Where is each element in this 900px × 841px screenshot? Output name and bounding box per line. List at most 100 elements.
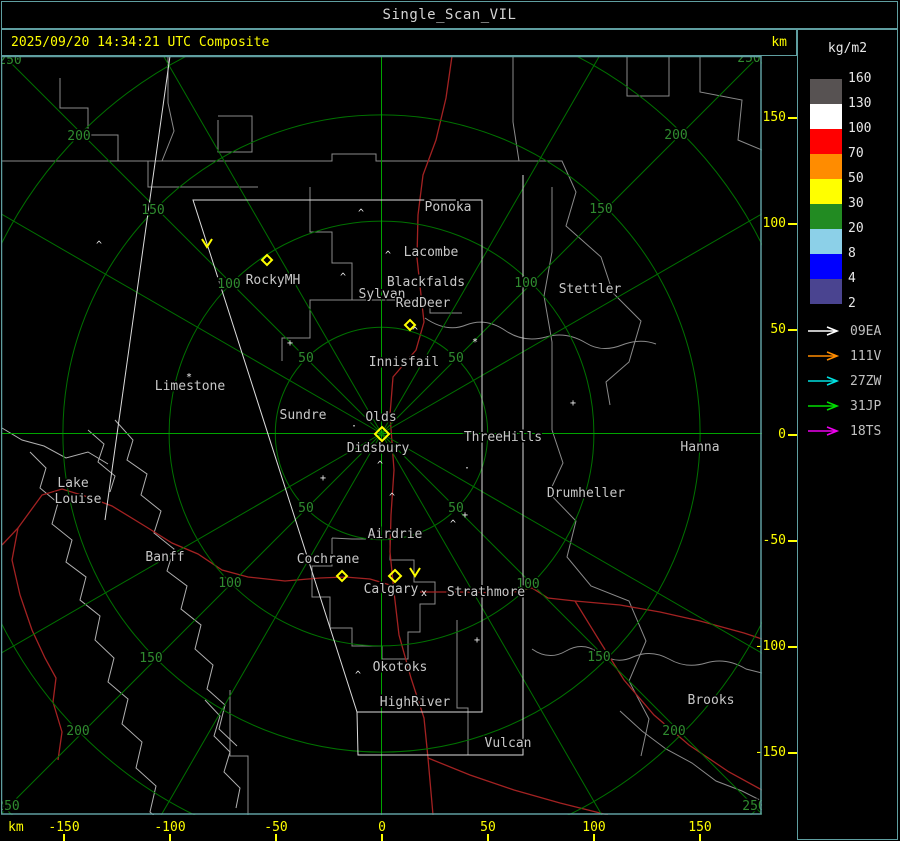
timestamp-bar: 2025/09/20 14:34:21 UTC Composite km bbox=[1, 29, 797, 56]
radar-legend-row: 18TS bbox=[806, 423, 898, 439]
city-label: Hanna bbox=[680, 440, 719, 455]
town-marker: ^ bbox=[450, 519, 456, 530]
radar-app-window: Single_Scan_VIL 2025/09/20 14:34:21 UTC … bbox=[0, 0, 900, 841]
right-axis-tick bbox=[788, 329, 797, 331]
city-label: Strathmore bbox=[447, 585, 525, 600]
town-marker: ^ bbox=[377, 460, 383, 471]
town-marker: x bbox=[421, 588, 427, 599]
right-axis-label: -100 bbox=[754, 639, 786, 654]
bottom-axis-label: -100 bbox=[154, 820, 186, 835]
city-label: Didsbury bbox=[347, 441, 410, 456]
city-label: RockyMH bbox=[246, 273, 301, 288]
bottom-axis-tick bbox=[381, 834, 383, 841]
town-marker: + bbox=[320, 473, 326, 484]
right-axis-label: 150 bbox=[762, 110, 786, 125]
town-marker: ^ bbox=[389, 492, 395, 503]
bottom-axis-tick bbox=[169, 834, 171, 841]
legend-swatch bbox=[810, 79, 842, 104]
city-label: Lacombe bbox=[404, 245, 459, 260]
bottom-axis-label: -50 bbox=[264, 820, 288, 835]
radar-arrow-icon bbox=[808, 401, 840, 411]
city-label: Sundre bbox=[280, 408, 327, 423]
bottom-axis-tick bbox=[275, 834, 277, 841]
legend-threshold-label: 4 bbox=[848, 271, 856, 286]
range-ring-label: 50 bbox=[298, 351, 314, 366]
range-ring-label: 200 bbox=[664, 128, 687, 143]
city-label: Innisfail bbox=[369, 355, 439, 370]
city-label: Airdrie bbox=[368, 527, 423, 542]
town-marker: + bbox=[474, 635, 480, 646]
range-ring-label: 100 bbox=[217, 277, 240, 292]
legend-swatch bbox=[810, 204, 842, 229]
radar-id-label: 18TS bbox=[850, 423, 882, 439]
bottom-axis-tick bbox=[593, 834, 595, 841]
town-marker: + bbox=[570, 398, 576, 409]
town-marker: ^ bbox=[96, 240, 102, 251]
range-ring-label: 200 bbox=[67, 129, 90, 144]
bottom-axis-label: 150 bbox=[688, 820, 712, 835]
legend-threshold-label: 160 bbox=[848, 71, 872, 86]
city-label: Brooks bbox=[688, 693, 735, 708]
bottom-axis-label: -150 bbox=[48, 820, 80, 835]
right-axis-tick bbox=[788, 117, 797, 119]
right-axis-label: 50 bbox=[770, 322, 786, 337]
right-axis-tick bbox=[788, 540, 797, 542]
right-axis-label: 100 bbox=[762, 216, 786, 231]
legend-swatch bbox=[810, 229, 842, 254]
legend-threshold-label: 2 bbox=[848, 296, 856, 311]
legend-threshold-label: 50 bbox=[848, 171, 864, 186]
city-label: Drumheller bbox=[547, 486, 625, 501]
range-ring-label: 250 bbox=[742, 799, 762, 814]
right-axis-tick bbox=[788, 752, 797, 754]
radar-legend-row: 31JP bbox=[806, 398, 898, 414]
city-label: HighRiver bbox=[380, 695, 451, 710]
right-axis-unit-label: km bbox=[771, 35, 787, 50]
town-marker: · bbox=[464, 463, 470, 474]
radar-legend-row: 27ZW bbox=[806, 374, 898, 389]
range-ring-label: 150 bbox=[139, 651, 162, 666]
city-label: Louise bbox=[55, 492, 102, 507]
radar-arrow-icon bbox=[808, 426, 840, 436]
legend-threshold-label: 30 bbox=[848, 196, 864, 211]
town-marker: ^ bbox=[385, 250, 391, 261]
range-ring-label: 250 bbox=[1, 799, 20, 814]
range-ring-label: 100 bbox=[218, 576, 241, 591]
bottom-axis-label: 0 bbox=[378, 820, 386, 835]
city-label: Calgary bbox=[364, 582, 419, 597]
radar-id-label: 31JP bbox=[850, 398, 882, 414]
range-ring-label: 50 bbox=[448, 351, 464, 366]
range-ring-label: 150 bbox=[141, 203, 164, 218]
town-marker: * bbox=[186, 372, 192, 383]
radar-arrow-icon bbox=[808, 326, 840, 336]
city-label: Cochrane bbox=[297, 552, 360, 567]
city-label: Okotoks bbox=[373, 660, 428, 675]
town-marker: ^ bbox=[358, 208, 364, 219]
right-axis-tick bbox=[788, 434, 797, 436]
radar-arrow-icon bbox=[808, 376, 840, 386]
legend-swatch bbox=[810, 179, 842, 204]
radar-id-label: 111V bbox=[850, 348, 882, 364]
bottom-axis-label: 100 bbox=[582, 820, 606, 835]
radar-legend-row: 09EA bbox=[806, 323, 898, 339]
window-title: Single_Scan_VIL bbox=[382, 7, 517, 23]
legend-swatch bbox=[810, 129, 842, 154]
legend-threshold-label: 8 bbox=[848, 246, 856, 261]
town-marker: ^ bbox=[340, 272, 346, 283]
range-ring-label: 200 bbox=[66, 724, 89, 739]
scan-timestamp: 2025/09/20 14:34:21 UTC Composite bbox=[11, 35, 270, 50]
city-label: Lake bbox=[57, 476, 88, 491]
range-ring-label: 250 bbox=[1, 56, 22, 68]
range-ring-label: 150 bbox=[589, 202, 612, 217]
bottom-axis-label: 50 bbox=[480, 820, 496, 835]
legend-threshold-label: 100 bbox=[848, 121, 872, 136]
right-axis-label: -150 bbox=[754, 745, 786, 760]
bottom-axis-tick bbox=[487, 834, 489, 841]
radar-id-label: 09EA bbox=[850, 323, 882, 339]
bottom-axis-tick bbox=[699, 834, 701, 841]
city-label: ThreeHills bbox=[464, 430, 542, 445]
right-axis-label: 0 bbox=[778, 427, 786, 442]
city-label: Olds bbox=[365, 410, 396, 425]
title-bar: Single_Scan_VIL bbox=[1, 1, 898, 29]
radar-map-canvas[interactable]: 50 5050 50100 100100 100150 150150 150200 20020… bbox=[1, 56, 762, 815]
legend-swatch bbox=[810, 154, 842, 179]
